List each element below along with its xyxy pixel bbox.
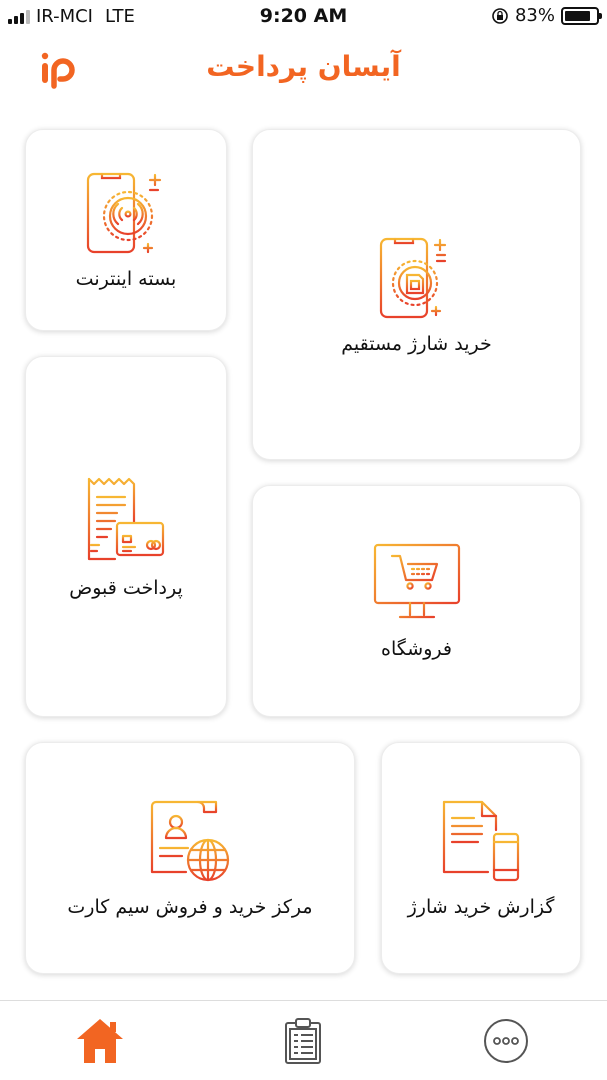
antenna-phone-icon [86,172,162,254]
document-phone-icon [442,800,520,882]
status-bar: IR-MCI LTE 9:20 AM 83% [0,0,607,34]
tile-charge-report-label: گزارش خرید شارژ [407,896,555,918]
tile-internet[interactable]: بسته اینترنت [25,129,227,331]
tile-sim-center[interactable]: مرکز خرید و فروش سیم کارت [25,742,355,974]
receipt-card-icon [87,477,165,560]
tile-sim-center-label: مرکز خرید و فروش سیم کارت [67,896,313,918]
document-globe-icon [150,800,230,882]
tab-home[interactable] [70,1013,130,1069]
tile-direct-charge-label: خرید شارژ مستقیم [341,332,492,355]
tile-direct-charge[interactable]: خرید شارژ مستقیم [252,129,581,460]
sim-card-phone-icon [379,237,446,318]
battery-icon [561,6,602,25]
shopping-cart-monitor-icon [373,543,460,619]
tile-bills-label: پرداخت قبوض [69,576,183,599]
clipboard-icon [285,1018,321,1064]
tab-more[interactable] [476,1013,536,1069]
more-icon [484,1019,528,1063]
tile-charge-report[interactable]: گزارش خرید شارژ [381,742,581,974]
tile-internet-label: بسته اینترنت [75,268,177,290]
tile-bills[interactable]: پرداخت قبوض [25,356,227,717]
app-header: آیسان پرداخت [0,36,607,100]
home-icon [77,1019,123,1063]
tile-shop[interactable]: فروشگاه [252,485,581,717]
page-title: آیسان پرداخت [206,50,401,83]
tile-shop-label: فروشگاه [381,638,452,660]
battery-percent: 83% [514,5,555,26]
orientation-lock-icon [492,7,508,24]
status-right: 83% [491,5,602,26]
tab-reports[interactable] [273,1013,333,1069]
bottom-tab-bar [0,1000,607,1080]
